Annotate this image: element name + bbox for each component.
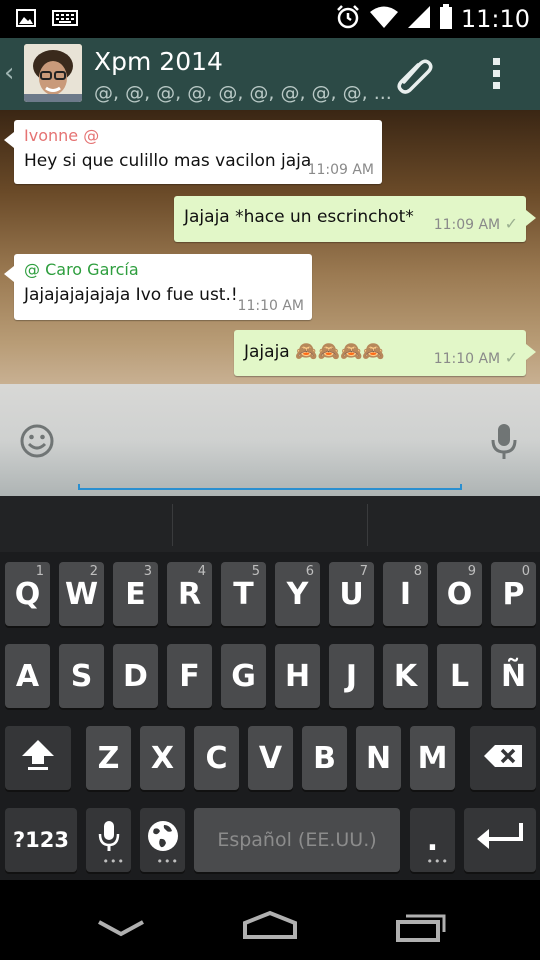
message-text: Jajajajajajaja Ivo fue ust.! — [24, 285, 238, 305]
clock: 11:10 — [460, 5, 530, 33]
chat-message-list[interactable]: Ivonne @ Hey si que culillo mas vacilon … — [0, 110, 540, 384]
key-f[interactable]: F — [167, 644, 212, 708]
image-icon — [16, 9, 36, 31]
shift-arrow-icon — [20, 736, 56, 780]
microphone-icon[interactable] — [490, 422, 518, 464]
divider — [367, 504, 368, 546]
avatar[interactable] — [24, 44, 82, 102]
key-r[interactable]: R4 — [167, 562, 212, 626]
key-n[interactable]: N — [356, 726, 401, 790]
key-e[interactable]: E3 — [113, 562, 158, 626]
chat-participants[interactable]: @, @, @, @, @, @, @, @, @, ... — [94, 82, 392, 104]
delivered-check-icon: ✓ — [504, 348, 518, 367]
message-emoji: 🙈🙈🙈🙈 — [295, 341, 385, 362]
chat-title[interactable]: Xpm 2014 — [94, 47, 223, 76]
enter-key[interactable] — [464, 808, 536, 872]
paperclip-icon[interactable] — [392, 52, 434, 98]
more-options-indicator: ••• — [156, 855, 179, 868]
input-underline — [78, 484, 462, 490]
message-sender: Ivonne @ — [24, 126, 100, 145]
key-o[interactable]: O9 — [437, 562, 482, 626]
key-j[interactable]: J — [329, 644, 374, 708]
chat-header[interactable]: ‹ Xpm 2014 @, @, @, @, @, @, @, @, @, ..… — [0, 38, 540, 110]
language-key[interactable]: ••• — [140, 808, 185, 872]
message-bubble-incoming[interactable]: Ivonne @ Hey si que culillo mas vacilon … — [4, 120, 382, 184]
key-i[interactable]: I8 — [383, 562, 428, 626]
key-a[interactable]: A — [5, 644, 50, 708]
space-bar[interactable]: Español (EE.UU.) — [194, 808, 400, 872]
key-k[interactable]: K — [383, 644, 428, 708]
shift-key[interactable] — [5, 726, 71, 790]
wifi-icon — [369, 5, 399, 33]
period-key[interactable]: . ••• — [410, 808, 455, 872]
message-bubble-incoming[interactable]: @ Caro García Jajajajajajaja Ivo fue ust… — [4, 254, 312, 320]
divider — [172, 504, 173, 546]
key-z[interactable]: Z — [86, 726, 131, 790]
message-time: 11:10 AM ✓ — [433, 348, 518, 367]
backspace-icon — [483, 741, 523, 776]
smiley-icon[interactable] — [18, 422, 56, 464]
message-bubble-outgoing[interactable]: Jajaja *hace un escrinchot* 11:09 AM ✓ — [174, 196, 536, 242]
message-composer — [0, 384, 540, 496]
message-text: Jajaja — [244, 342, 290, 362]
suggestion-strip[interactable] — [0, 496, 540, 552]
key-p[interactable]: P0 — [491, 562, 536, 626]
key-w[interactable]: W2 — [59, 562, 104, 626]
key-y[interactable]: Y6 — [275, 562, 320, 626]
key-x[interactable]: X — [140, 726, 185, 790]
signal-icon — [407, 5, 431, 33]
message-time: 11:09 AM ✓ — [433, 214, 518, 233]
backspace-key[interactable] — [470, 726, 536, 790]
key-u[interactable]: U7 — [329, 562, 374, 626]
key-v[interactable]: V — [248, 726, 293, 790]
more-options-indicator: ••• — [102, 855, 125, 868]
message-text: Hey si que culillo mas vacilon jaja — [24, 151, 312, 171]
message-input[interactable] — [80, 414, 460, 474]
key-c[interactable]: C — [194, 726, 239, 790]
nav-recents-icon[interactable] — [396, 912, 448, 946]
message-sender: @ Caro García — [24, 260, 139, 279]
chevron-left-icon[interactable]: ‹ — [4, 58, 14, 88]
message-bubble-outgoing[interactable]: Jajaja 🙈🙈🙈🙈 11:10 AM ✓ — [234, 330, 536, 376]
key-l[interactable]: L — [437, 644, 482, 708]
key-h[interactable]: H — [275, 644, 320, 708]
key-g[interactable]: G — [221, 644, 266, 708]
message-time: 11:10 AM — [237, 298, 304, 314]
navigation-bar — [0, 880, 540, 960]
more-vertical-icon[interactable] — [490, 56, 504, 96]
key-d[interactable]: D — [113, 644, 158, 708]
key-q[interactable]: Q1 — [5, 562, 50, 626]
key-m[interactable]: M — [410, 726, 455, 790]
keyboard-icon — [52, 9, 78, 31]
alarm-icon — [335, 4, 361, 34]
status-bar: 11:10 — [0, 0, 540, 38]
key-s[interactable]: S — [59, 644, 104, 708]
voice-input-key[interactable]: ••• — [86, 808, 131, 872]
key-n-tilde[interactable]: Ñ — [491, 644, 536, 708]
soft-keyboard: Q1 W2 E3 R4 T5 Y6 U7 I8 O9 P0 A S D F G … — [0, 496, 540, 880]
message-time: 11:09 AM — [307, 162, 374, 178]
nav-back-icon[interactable] — [96, 918, 146, 944]
symbols-key[interactable]: ?123 — [5, 808, 77, 872]
key-b[interactable]: B — [302, 726, 347, 790]
enter-arrow-icon — [475, 821, 525, 859]
message-text: Jajaja *hace un escrinchot* — [184, 207, 414, 227]
delivered-check-icon: ✓ — [504, 214, 518, 233]
key-t[interactable]: T5 — [221, 562, 266, 626]
more-options-indicator: ••• — [426, 855, 449, 868]
battery-icon — [439, 4, 453, 34]
nav-home-icon[interactable] — [242, 910, 298, 944]
